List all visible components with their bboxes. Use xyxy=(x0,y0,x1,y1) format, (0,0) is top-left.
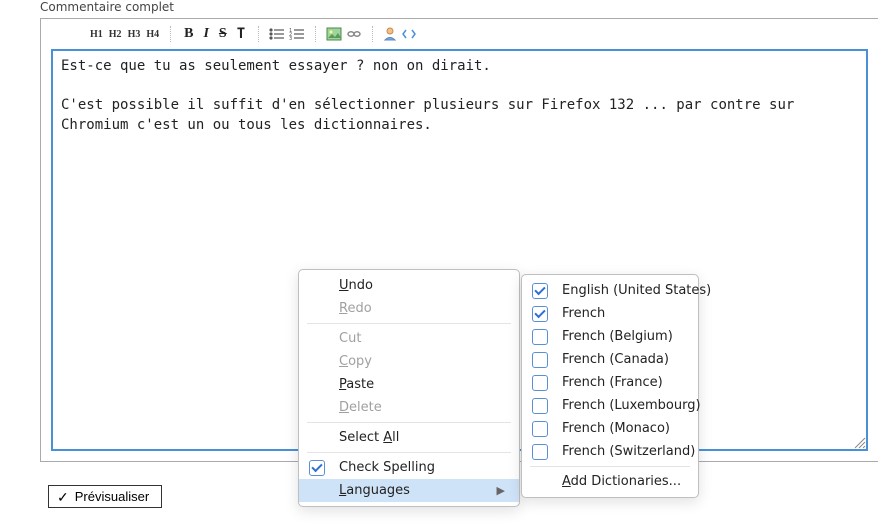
toolbar-separator xyxy=(170,26,171,42)
monospace-button[interactable]: T xyxy=(234,27,248,41)
menu-undo[interactable]: Undo xyxy=(299,274,519,297)
lang-label: French (Canada) xyxy=(562,352,669,367)
checkbox-icon xyxy=(309,460,325,476)
checkbox-icon xyxy=(532,421,548,437)
section-label: Commentaire complet xyxy=(40,0,174,14)
lang-option[interactable]: French (France) xyxy=(522,371,698,394)
checkbox-icon xyxy=(532,444,548,460)
checkbox-icon xyxy=(532,306,548,322)
toolbar: H1 H2 H3 H4 B I S T 123 xyxy=(41,25,878,49)
strike-button[interactable]: S xyxy=(216,27,230,41)
menu-check-spelling[interactable]: Check Spelling xyxy=(299,456,519,479)
lang-option[interactable]: French (Monaco) xyxy=(522,417,698,440)
languages-submenu: English (United States) French French (Bel… xyxy=(521,274,699,498)
user-button[interactable] xyxy=(383,27,397,41)
ordered-list-button[interactable]: 123 xyxy=(289,27,305,41)
unordered-list-button[interactable] xyxy=(269,27,285,41)
lang-label: French (Belgium) xyxy=(562,329,673,344)
lang-label: French (Switzerland) xyxy=(562,444,695,459)
link-icon xyxy=(346,27,362,41)
checkbox-icon xyxy=(532,283,548,299)
toolbar-separator xyxy=(315,26,316,42)
menu-add-dictionaries[interactable]: Add Dictionaries... xyxy=(522,470,698,493)
checkbox-icon xyxy=(532,329,548,345)
resize-grip-icon[interactable] xyxy=(852,435,866,449)
lang-option[interactable]: English (United States) xyxy=(522,279,698,302)
heading3-button[interactable]: H3 xyxy=(127,27,142,42)
toolbar-separator xyxy=(372,26,373,42)
code-button[interactable] xyxy=(401,27,417,41)
menu-redo: Redo xyxy=(299,297,519,320)
menu-delete: Delete xyxy=(299,396,519,419)
list-ol-icon: 123 xyxy=(289,27,305,41)
context-menu: Undo Redo Cut Copy Paste Delete Select A… xyxy=(298,269,520,507)
lang-label: French (Monaco) xyxy=(562,421,670,436)
code-icon xyxy=(401,27,417,41)
lang-option[interactable]: French (Luxembourg) xyxy=(522,394,698,417)
check-icon: ✓ xyxy=(57,490,69,504)
menu-separator xyxy=(307,452,511,453)
checkbox-icon xyxy=(532,398,548,414)
heading4-button[interactable]: H4 xyxy=(145,27,160,42)
lang-label: French xyxy=(562,306,605,321)
list-ul-icon xyxy=(269,27,285,41)
toolbar-separator xyxy=(258,26,259,42)
bold-button[interactable]: B xyxy=(181,27,196,41)
menu-paste[interactable]: Paste xyxy=(299,373,519,396)
chevron-right-icon: ▶ xyxy=(497,484,505,497)
svg-text:3: 3 xyxy=(289,36,292,41)
menu-select-all[interactable]: Select All xyxy=(299,426,519,449)
preview-label: Prévisualiser xyxy=(75,489,149,504)
lang-option[interactable]: French xyxy=(522,302,698,325)
menu-separator xyxy=(307,422,511,423)
checkbox-icon xyxy=(532,375,548,391)
heading1-button[interactable]: H1 xyxy=(89,27,104,42)
menu-languages[interactable]: Languages ▶ xyxy=(299,479,519,502)
menu-separator xyxy=(530,466,690,467)
italic-button[interactable]: I xyxy=(200,27,211,41)
lang-option[interactable]: French (Belgium) xyxy=(522,325,698,348)
menu-separator xyxy=(307,323,511,324)
link-button[interactable] xyxy=(346,27,362,41)
lang-label: English (United States) xyxy=(562,283,711,298)
lang-option[interactable]: French (Switzerland) xyxy=(522,440,698,463)
menu-cut: Cut xyxy=(299,327,519,350)
image-button[interactable] xyxy=(326,27,342,41)
checkbox-icon xyxy=(532,352,548,368)
preview-button[interactable]: ✓ Prévisualiser xyxy=(48,485,162,508)
lang-label: French (Luxembourg) xyxy=(562,398,701,413)
heading2-button[interactable]: H2 xyxy=(108,27,123,42)
menu-copy: Copy xyxy=(299,350,519,373)
user-icon xyxy=(383,27,397,41)
image-icon xyxy=(326,27,342,41)
lang-label: French (France) xyxy=(562,375,663,390)
lang-option[interactable]: French (Canada) xyxy=(522,348,698,371)
